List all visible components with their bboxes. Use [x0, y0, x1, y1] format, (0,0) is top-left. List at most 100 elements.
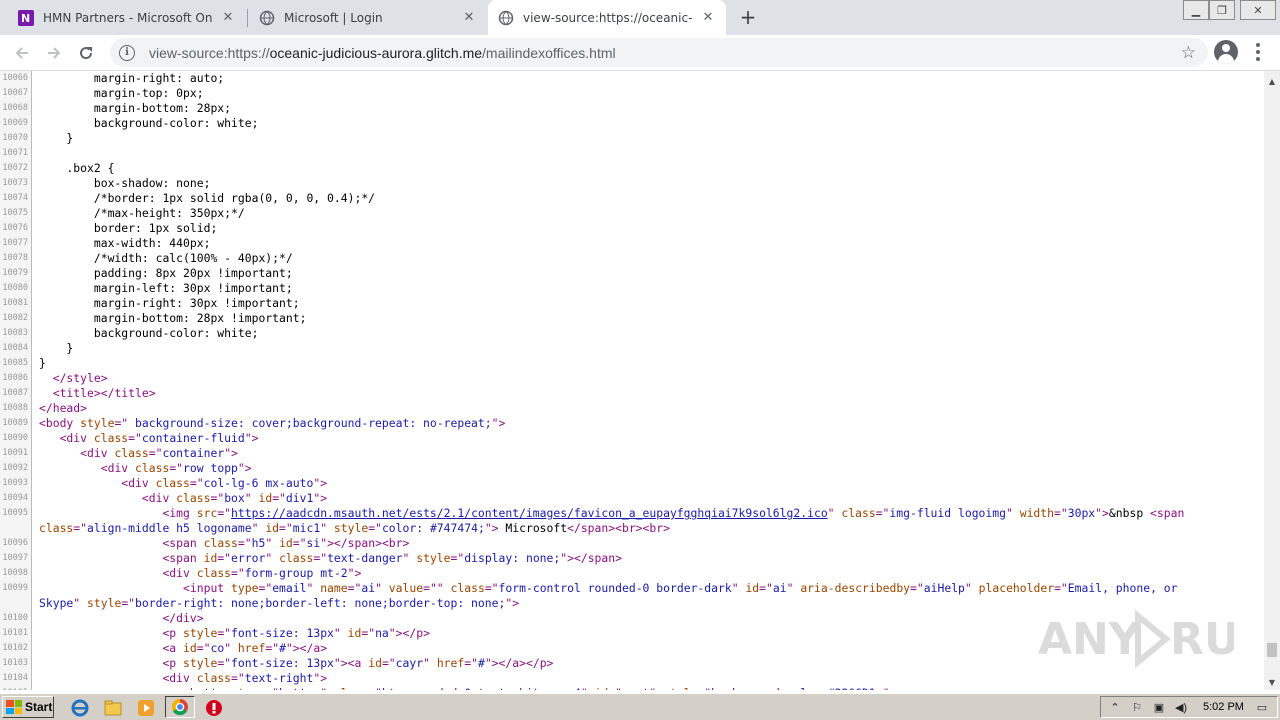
- line-code: </div>: [162, 611, 204, 625]
- minimize-button[interactable]: ▁: [1183, 0, 1209, 20]
- file-explorer-icon[interactable]: [103, 698, 123, 718]
- source-line: 10104 <div class="text-right">: [0, 671, 1264, 686]
- line-code: <span class="h5" id="si"></span><br>: [162, 536, 410, 550]
- new-tab-button[interactable]: +: [737, 5, 759, 29]
- tab-title: Microsoft | Login: [284, 10, 383, 25]
- line-code: /*width: calc(100% - 40px);*/: [39, 251, 293, 265]
- line-code: <div class="row topp">: [100, 461, 252, 475]
- restore-button[interactable]: ❐: [1209, 0, 1235, 20]
- line-number: 10066: [0, 71, 32, 86]
- url-host: oceanic-judicious-aurora.glitch.me: [269, 44, 483, 61]
- internet-explorer-icon[interactable]: [70, 698, 90, 718]
- source-line: 10092 <div class="row topp">: [0, 461, 1264, 476]
- antivirus-icon[interactable]: [204, 698, 224, 718]
- info-icon[interactable]: i: [119, 44, 135, 61]
- arrow-left-icon: [15, 47, 28, 59]
- line-code: margin-bottom: 28px !important;: [39, 311, 307, 325]
- show-desktop-icon[interactable]: ▭: [1254, 699, 1270, 715]
- source-line: 10099 <input type="email" name="ai" valu…: [0, 581, 1264, 596]
- scroll-up-arrow-icon[interactable]: ▲: [1264, 73, 1280, 89]
- line-code: .box2 {: [39, 161, 115, 175]
- action-center-flag-icon[interactable]: ⚐: [1129, 699, 1145, 715]
- system-tray: ⌃ ⚐ ▣ ◀) 5:02 PM ▭: [1100, 696, 1278, 718]
- svg-text:ANY: ANY: [1038, 614, 1142, 665]
- source-line: 10072 .box2 {: [0, 161, 1264, 176]
- line-code: <div class="container-fluid">: [59, 431, 259, 445]
- account-avatar-icon[interactable]: [1214, 40, 1238, 64]
- tray-expand-icon[interactable]: ⌃: [1107, 699, 1123, 715]
- close-icon[interactable]: ✕: [700, 10, 716, 26]
- tab-title: HMN Partners - Microsoft OneNote O: [43, 10, 212, 25]
- windows-taskbar: Start ⌃ ⚐ ▣ ◀) 5:02 PM ▭: [0, 693, 1280, 720]
- network-icon[interactable]: ▣: [1151, 699, 1167, 715]
- chrome-icon: [171, 698, 188, 716]
- source-line: 10082 margin-bottom: 28px !important;: [0, 311, 1264, 326]
- bookmark-star-icon[interactable]: ☆: [1181, 43, 1196, 63]
- line-number: 10098: [0, 566, 32, 581]
- line-number: 10083: [0, 326, 32, 341]
- address-bar[interactable]: i view-source:https://oceanic-judicious-…: [110, 38, 1208, 67]
- line-number: 10094: [0, 491, 32, 506]
- line-number: [0, 521, 32, 536]
- arrow-right-icon: [48, 47, 61, 59]
- line-code: box-shadow: none;: [39, 176, 211, 190]
- taskbar-clock[interactable]: 5:02 PM: [1203, 701, 1244, 713]
- line-code: </head>: [39, 401, 88, 415]
- line-code: <div class="box" id="div1">: [141, 491, 328, 505]
- line-number: 10079: [0, 266, 32, 281]
- tab-login[interactable]: Microsoft | Login ✕: [249, 0, 487, 35]
- vertical-scrollbar[interactable]: ▲ ▼: [1264, 71, 1280, 690]
- source-line: 10098 <div class="form-group mt-2">: [0, 566, 1264, 581]
- line-number: 10078: [0, 251, 32, 266]
- close-icon[interactable]: ✕: [461, 10, 477, 26]
- svg-text:N: N: [21, 12, 30, 25]
- line-code: border: 1px solid;: [39, 221, 218, 235]
- line-number: 10084: [0, 341, 32, 356]
- line-code: <span id="error" class="text-danger" sty…: [162, 551, 622, 565]
- line-code: <div class="form-group mt-2">: [162, 566, 362, 580]
- window-close-button[interactable]: ✕: [1240, 0, 1276, 20]
- media-player-icon[interactable]: [136, 698, 156, 718]
- line-number: 10086: [0, 371, 32, 386]
- line-number: 10089: [0, 416, 32, 431]
- source-line: 10067 margin-top: 0px;: [0, 86, 1264, 101]
- line-number: 10085: [0, 356, 32, 371]
- browser-menu-button[interactable]: [1250, 40, 1266, 64]
- line-number: 10077: [0, 236, 32, 251]
- source-line: 10095 <img src="https://aadcdn.msauth.ne…: [0, 506, 1264, 521]
- line-code: padding: 8px 20px !important;: [39, 266, 293, 280]
- line-code: <div class="text-right">: [162, 671, 328, 685]
- volume-icon[interactable]: ◀): [1173, 699, 1189, 715]
- source-line: 10083 background-color: white;: [0, 326, 1264, 341]
- tab-view-source[interactable]: view-source:https://oceanic-judicious ✕: [488, 0, 726, 35]
- source-line: 10105 <button type="button" class="btn r…: [0, 686, 1264, 690]
- source-line: 10069 background-color: white;: [0, 116, 1264, 131]
- line-code: margin-right: 30px !important;: [39, 296, 300, 310]
- line-number: 10092: [0, 461, 32, 476]
- back-button[interactable]: [9, 40, 35, 66]
- line-number: 10100: [0, 611, 32, 626]
- line-code: }: [39, 341, 74, 355]
- scroll-down-arrow-icon[interactable]: ▼: [1264, 674, 1280, 690]
- line-code: class="align-middle h5 logoname" id="mic…: [39, 521, 670, 535]
- reload-button[interactable]: [73, 40, 99, 66]
- scrollbar-thumb[interactable]: [1267, 643, 1277, 657]
- start-button[interactable]: Start: [2, 696, 54, 718]
- source-line: 10096 <span class="h5" id="si"></span><b…: [0, 536, 1264, 551]
- chrome-taskbar-button[interactable]: [165, 696, 195, 718]
- close-icon[interactable]: ✕: [220, 10, 236, 26]
- line-code: }: [39, 356, 46, 370]
- source-line: class="align-middle h5 logoname" id="mic…: [0, 521, 1264, 536]
- windows-flag-icon: [6, 700, 22, 714]
- start-label: Start: [25, 700, 53, 714]
- source-line: 10075 /*max-height: 350px;*/: [0, 206, 1264, 221]
- tab-onenote[interactable]: N HMN Partners - Microsoft OneNote O ✕: [8, 0, 246, 35]
- forward-button[interactable]: [41, 40, 67, 66]
- source-line: 10097 <span id="error" class="text-dange…: [0, 551, 1264, 566]
- source-line: 10091 <div class="container">: [0, 446, 1264, 461]
- line-code: <button type="button" class="btn rounded…: [32, 686, 896, 690]
- source-viewer[interactable]: 10066 margin-right: auto; 10067 margin-to…: [0, 71, 1264, 690]
- line-number: 10069: [0, 116, 32, 131]
- line-code: margin-top: 0px;: [39, 86, 204, 100]
